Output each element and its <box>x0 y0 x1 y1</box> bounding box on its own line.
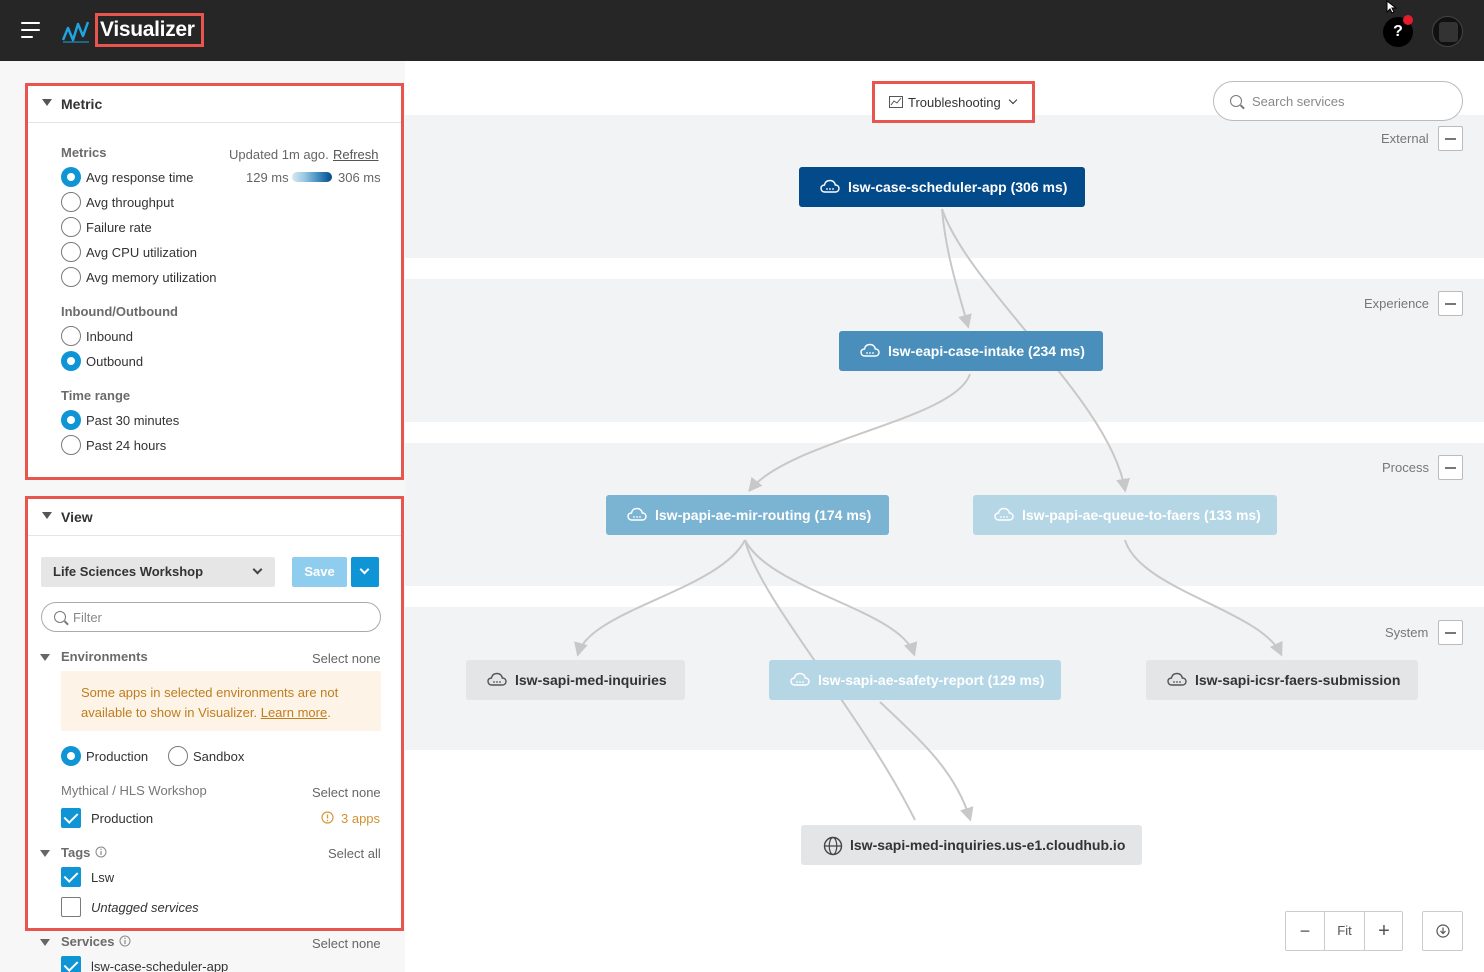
service-node-label: lsw-sapi-ae-safety-report (129 ms) <box>818 672 1045 688</box>
search-services-input[interactable] <box>1252 94 1452 109</box>
view-mode-dropdown[interactable]: Troubleshooting <box>872 81 1035 123</box>
cloud-icon <box>487 672 507 686</box>
service-node-label: lsw-sapi-icsr-faers-submission <box>1195 672 1401 688</box>
cloud-icon <box>627 507 647 521</box>
download-button[interactable] <box>1422 911 1463 951</box>
service-node[interactable]: lsw-sapi-icsr-faers-submission <box>1146 660 1418 700</box>
service-node[interactable]: lsw-eapi-case-intake (234 ms) <box>839 331 1103 371</box>
service-node[interactable]: lsw-sapi-ae-safety-report (129 ms) <box>769 660 1061 700</box>
cloud-icon <box>994 507 1014 521</box>
service-node-label: lsw-sapi-med-inquiries.us-e1.cloudhub.io <box>850 837 1126 853</box>
edge <box>879 701 974 822</box>
edge <box>1124 539 1283 657</box>
edge <box>574 539 746 657</box>
service-node[interactable]: lsw-sapi-med-inquiries.us-e1.cloudhub.io <box>801 825 1142 865</box>
chart-icon <box>889 96 903 108</box>
cloud-icon <box>860 343 880 357</box>
cloud-icon <box>790 672 810 686</box>
service-node[interactable]: lsw-case-scheduler-app (306 ms) <box>799 167 1085 207</box>
view-mode-label: Troubleshooting <box>908 95 1001 110</box>
service-node-label: lsw-case-scheduler-app (306 ms) <box>848 179 1068 195</box>
search-services-field[interactable] <box>1213 81 1463 121</box>
search-icon <box>1230 95 1242 107</box>
service-node[interactable]: lsw-sapi-med-inquiries <box>466 660 685 700</box>
service-node-label: lsw-eapi-case-intake (234 ms) <box>888 343 1085 359</box>
zoom-out-button[interactable]: − <box>1286 912 1324 950</box>
service-node-label: lsw-papi-ae-queue-to-faers (133 ms) <box>1022 507 1261 523</box>
cloud-icon <box>1167 672 1187 686</box>
service-node-label: lsw-papi-ae-mir-routing (174 ms) <box>655 507 872 523</box>
zoom-in-button[interactable]: + <box>1365 912 1403 950</box>
globe-icon <box>823 836 843 856</box>
cloud-icon <box>820 179 840 193</box>
edge <box>748 373 971 493</box>
zoom-controls: − Fit + <box>1285 911 1403 951</box>
download-icon <box>1436 924 1450 938</box>
graph-edges <box>574 208 1283 822</box>
zoom-fit-button[interactable]: Fit <box>1325 912 1364 950</box>
service-node-label: lsw-sapi-med-inquiries <box>515 672 667 688</box>
edge <box>744 539 918 657</box>
edge <box>941 208 972 329</box>
chevron-down-icon <box>1008 95 1018 105</box>
service-node[interactable]: lsw-papi-ae-mir-routing (174 ms) <box>606 495 889 535</box>
service-node[interactable]: lsw-papi-ae-queue-to-faers (133 ms) <box>973 495 1277 535</box>
